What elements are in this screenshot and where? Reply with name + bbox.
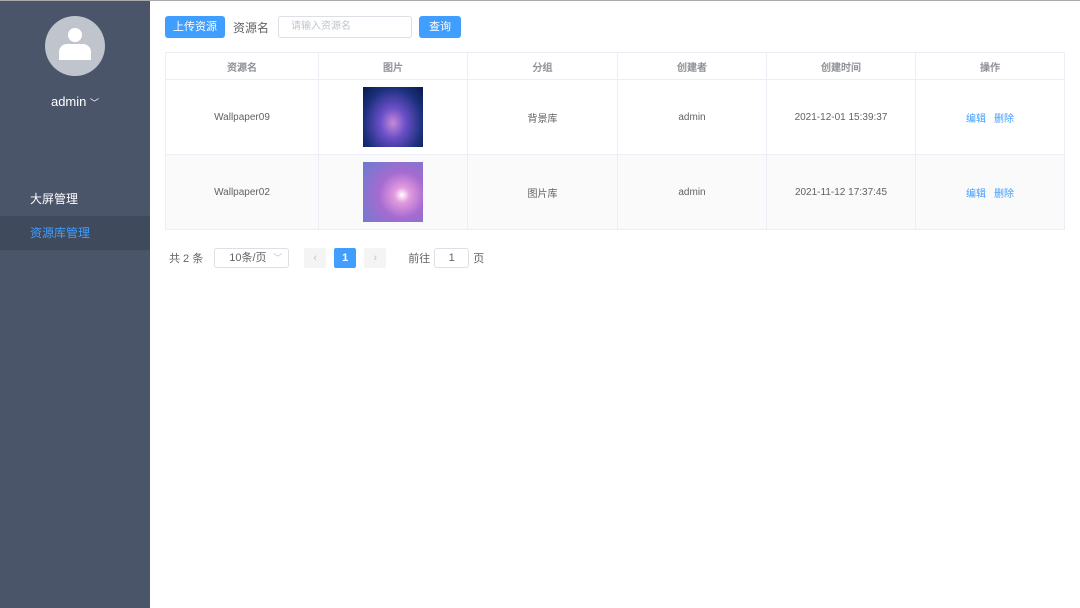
goto-input[interactable]: 1 [434, 248, 470, 268]
user-dropdown[interactable]: admin ﹀ [0, 94, 150, 109]
next-page-button[interactable]: › [364, 248, 387, 268]
search-button[interactable]: 查询 [419, 16, 462, 38]
chevron-down-icon: ﹀ [90, 98, 100, 108]
pagination: 共 2 条 10条/页 ﹀ ‹ 1 › 前往 1 页 [165, 248, 1065, 268]
header-creator: 创建者 [617, 52, 767, 80]
thumbnail-image[interactable] [363, 162, 423, 222]
chevron-down-icon: ﹀ [273, 253, 283, 263]
cell-group: 背景库 [467, 79, 618, 155]
thumbnail-image[interactable] [363, 87, 423, 147]
delete-link[interactable]: 删除 [994, 189, 1014, 200]
page-size-select[interactable]: 10条/页 ﹀ [214, 248, 290, 268]
sidebar-item-screen[interactable]: 大屏管理 [0, 182, 150, 216]
header-group: 分组 [467, 52, 618, 80]
prev-page-button[interactable]: ‹ [304, 248, 327, 268]
search-input[interactable]: 请输入资源名 [278, 16, 413, 38]
cell-creator: admin [617, 154, 767, 230]
delete-link[interactable]: 删除 [994, 114, 1014, 125]
sidebar: admin ﹀ 大屏管理 资源库管理 [0, 1, 150, 608]
header-time: 创建时间 [766, 52, 916, 80]
cell-time: 2021-12-01 15:39:37 [766, 79, 916, 155]
cell-time: 2021-11-12 17:37:45 [766, 154, 916, 230]
cell-creator: admin [617, 79, 767, 155]
page-unit-label: 页 [473, 253, 485, 265]
goto-label: 前往 [408, 253, 431, 265]
header-actions: 操作 [915, 52, 1065, 80]
edit-link[interactable]: 编辑 [966, 189, 986, 200]
cell-name: Wallpaper02 [165, 154, 319, 230]
upload-button[interactable]: 上传资源 [165, 16, 225, 38]
edit-link[interactable]: 编辑 [966, 114, 986, 125]
name-label: 资源名 [233, 20, 270, 35]
username: admin [50, 94, 87, 109]
table-row: Wallpaper09 背景库 admin 2021-12-01 15:39:3… [165, 79, 1065, 155]
cell-group: 图片库 [467, 154, 618, 230]
resource-table: 资源名 图片 分组 创建者 创建时间 操作 Wallpaper09 背景库 ad… [165, 52, 1065, 230]
avatar [45, 16, 105, 76]
page-size-value: 10条/页 [229, 252, 267, 264]
cell-name: Wallpaper09 [165, 79, 319, 155]
header-image: 图片 [318, 52, 468, 80]
total-count: 共 2 条 [169, 253, 204, 265]
header-name: 资源名 [165, 52, 319, 80]
sidebar-item-resources[interactable]: 资源库管理 [0, 216, 150, 250]
page-number[interactable]: 1 [334, 248, 357, 268]
table-row: Wallpaper02 图片库 admin 2021-11-12 17:37:4… [165, 154, 1065, 230]
